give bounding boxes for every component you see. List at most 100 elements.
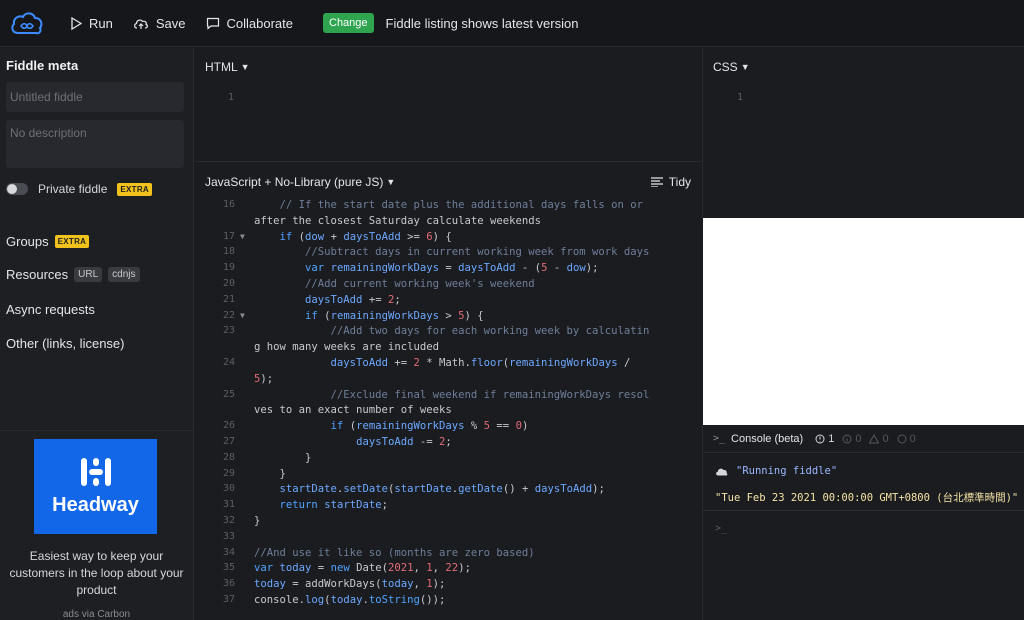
tidy-button[interactable]: Tidy bbox=[650, 175, 691, 189]
caret-down-icon: ▼ bbox=[740, 62, 750, 72]
line-number: 32 bbox=[222, 515, 235, 526]
caret-down-icon: ▼ bbox=[240, 62, 250, 72]
sidebar-title: Fiddle meta bbox=[6, 58, 79, 73]
code-line: 36 today = addWorkDays(today, 1); bbox=[195, 576, 701, 592]
code-line: after the closest Saturday calculate wee… bbox=[195, 213, 701, 229]
headway-logo-icon bbox=[80, 458, 111, 486]
code-line: 33 bbox=[195, 529, 701, 545]
save-button[interactable]: Save bbox=[133, 10, 186, 36]
sidebar-item-async-requests[interactable]: Async requests bbox=[6, 302, 95, 317]
ad-brand: Headway bbox=[52, 494, 139, 516]
line-number: 26 bbox=[222, 420, 235, 432]
private-toggle[interactable] bbox=[6, 183, 28, 195]
tidy-label: Tidy bbox=[668, 175, 691, 189]
fold-caret-icon[interactable]: ▼ bbox=[240, 229, 245, 245]
line-number: 20 bbox=[222, 278, 235, 289]
code-text: ves to an exact number of weeks bbox=[254, 404, 452, 417]
code-line: 27 daysToAdd -= 2; bbox=[195, 434, 701, 450]
code-text: //Add current working week's weekend bbox=[254, 278, 535, 290]
console-message-output: "Tue Feb 23 2021 00:00:00 GMT+0800 (台北標準… bbox=[703, 485, 1024, 511]
code-line: g how many weeks are included bbox=[195, 339, 701, 355]
sidebar-item-other[interactable]: Other (links, license) bbox=[6, 336, 124, 351]
js-panel-header[interactable]: JavaScript + No-Library (pure JS) ▼ bbox=[205, 175, 395, 189]
console-warning-count[interactable]: 0 bbox=[869, 433, 889, 445]
error-circle-icon bbox=[815, 434, 825, 443]
line-number: 22 bbox=[222, 309, 235, 321]
code-line: 25 //Exclude final weekend if remainingW… bbox=[195, 387, 701, 403]
code-line: 26 if (remainingWorkDays % 5 == 0) bbox=[195, 418, 701, 434]
sidebar-item-resources[interactable]: Resources URL cdnjs bbox=[6, 267, 140, 282]
url-chip[interactable]: URL bbox=[74, 267, 103, 282]
line-number: 37 bbox=[222, 594, 235, 605]
line-number: 35 bbox=[222, 562, 235, 574]
code-line: 34 //And use it like so (months are zero … bbox=[195, 545, 701, 561]
headway-ad-logo[interactable]: Headway bbox=[34, 439, 157, 534]
top-toolbar: Run Save Collaborate Change Fiddle listi… bbox=[0, 0, 1024, 47]
line-number: 18 bbox=[222, 246, 235, 258]
line-number: 34 bbox=[222, 546, 235, 558]
resources-label: Resources bbox=[6, 267, 69, 282]
code-text: daysToAdd -= 2; bbox=[356, 436, 452, 448]
cloud-upload-icon bbox=[133, 19, 148, 29]
console-input[interactable]: >_ bbox=[715, 523, 727, 534]
change-badge[interactable]: Change bbox=[323, 13, 374, 33]
html-panel-header[interactable]: HTML ▼ bbox=[205, 60, 250, 74]
carbon-ad[interactable]: Headway Easiest way to keep your custome… bbox=[0, 430, 193, 620]
save-label: Save bbox=[155, 15, 186, 31]
console-log-count[interactable]: 0 bbox=[897, 433, 916, 445]
code-line: ves to an exact number of weeks bbox=[195, 402, 701, 418]
code-line: 21 daysToAdd += 2; bbox=[195, 292, 701, 308]
html-line-number: 1 bbox=[228, 92, 235, 103]
collaborate-button[interactable]: Collaborate bbox=[206, 10, 294, 36]
ad-copy[interactable]: Easiest way to keep your customers in th… bbox=[0, 548, 193, 599]
code-line: 28 } bbox=[195, 450, 701, 466]
code-line: 35 var today = new Date(2021, 1, 22); bbox=[195, 560, 701, 576]
html-panel-title: HTML bbox=[205, 60, 238, 74]
code-line: 20 //Add current working week's weekend bbox=[195, 276, 701, 292]
line-number: 27 bbox=[222, 436, 235, 447]
console-prompt-icon: >_ bbox=[713, 433, 726, 444]
jsfiddle-logo[interactable] bbox=[4, 3, 50, 43]
cloud-icon bbox=[716, 468, 728, 475]
code-text: //Add two days for each working week by … bbox=[254, 325, 650, 338]
fiddle-name-input[interactable] bbox=[6, 82, 184, 112]
info-circle-icon bbox=[842, 434, 852, 443]
caret-down-icon: ▼ bbox=[386, 177, 396, 187]
sidebar-item-groups[interactable]: Groups EXTRA bbox=[6, 234, 90, 249]
line-number: 30 bbox=[222, 483, 235, 495]
code-line: 24 daysToAdd += 2 * Math.floor(remaining… bbox=[195, 355, 701, 371]
private-label: Private fiddle bbox=[38, 182, 108, 196]
line-number: 31 bbox=[222, 499, 235, 511]
console-header[interactable]: >_ Console (beta) 1 0 0 0 bbox=[703, 425, 1024, 453]
js-code-editor[interactable]: 16 // If the start date plus the additio… bbox=[195, 197, 701, 620]
fiddle-description-input[interactable] bbox=[6, 120, 184, 168]
line-number: 29 bbox=[222, 467, 235, 479]
run-label: Run bbox=[89, 15, 113, 31]
code-line: 23 //Add two days for each working week … bbox=[195, 323, 701, 339]
line-number: 25 bbox=[222, 388, 235, 400]
ad-via[interactable]: ads via Carbon bbox=[0, 609, 193, 620]
other-label: Other (links, license) bbox=[6, 336, 125, 351]
code-line: 16 // If the start date plus the additio… bbox=[195, 197, 701, 213]
code-text: //Subtract days in current working week … bbox=[254, 246, 650, 259]
code-text: var remainingWorkDays = daysToAdd - (5 -… bbox=[305, 262, 599, 275]
code-line: 18 //Subtract days in current working we… bbox=[195, 244, 701, 260]
code-line: 37 console.log(today.toString()); bbox=[195, 592, 701, 608]
code-line: 22 ▼ if (remainingWorkDays > 5) { bbox=[195, 308, 701, 324]
run-button[interactable]: Run bbox=[70, 10, 113, 36]
console-error-count[interactable]: 1 bbox=[815, 433, 834, 445]
groups-label: Groups bbox=[6, 234, 49, 249]
code-line: 5); bbox=[195, 371, 701, 387]
js-panel-title: JavaScript + No-Library (pure JS) bbox=[205, 175, 384, 189]
code-text: var today = new Date(2021, 1, 22); bbox=[254, 562, 471, 575]
warning-triangle-icon bbox=[869, 433, 880, 443]
code-text: if (remainingWorkDays % 5 == 0) bbox=[330, 420, 529, 433]
code-text: daysToAdd += 2; bbox=[305, 293, 401, 306]
fold-caret-icon[interactable]: ▼ bbox=[240, 308, 245, 324]
collaborate-label: Collaborate bbox=[226, 15, 294, 31]
css-panel-header[interactable]: CSS ▼ bbox=[713, 60, 750, 74]
code-text: } bbox=[254, 515, 261, 527]
result-frame[interactable] bbox=[703, 218, 1024, 425]
console-info-count[interactable]: 0 bbox=[842, 433, 861, 445]
cdnjs-chip[interactable]: cdnjs bbox=[108, 267, 140, 282]
